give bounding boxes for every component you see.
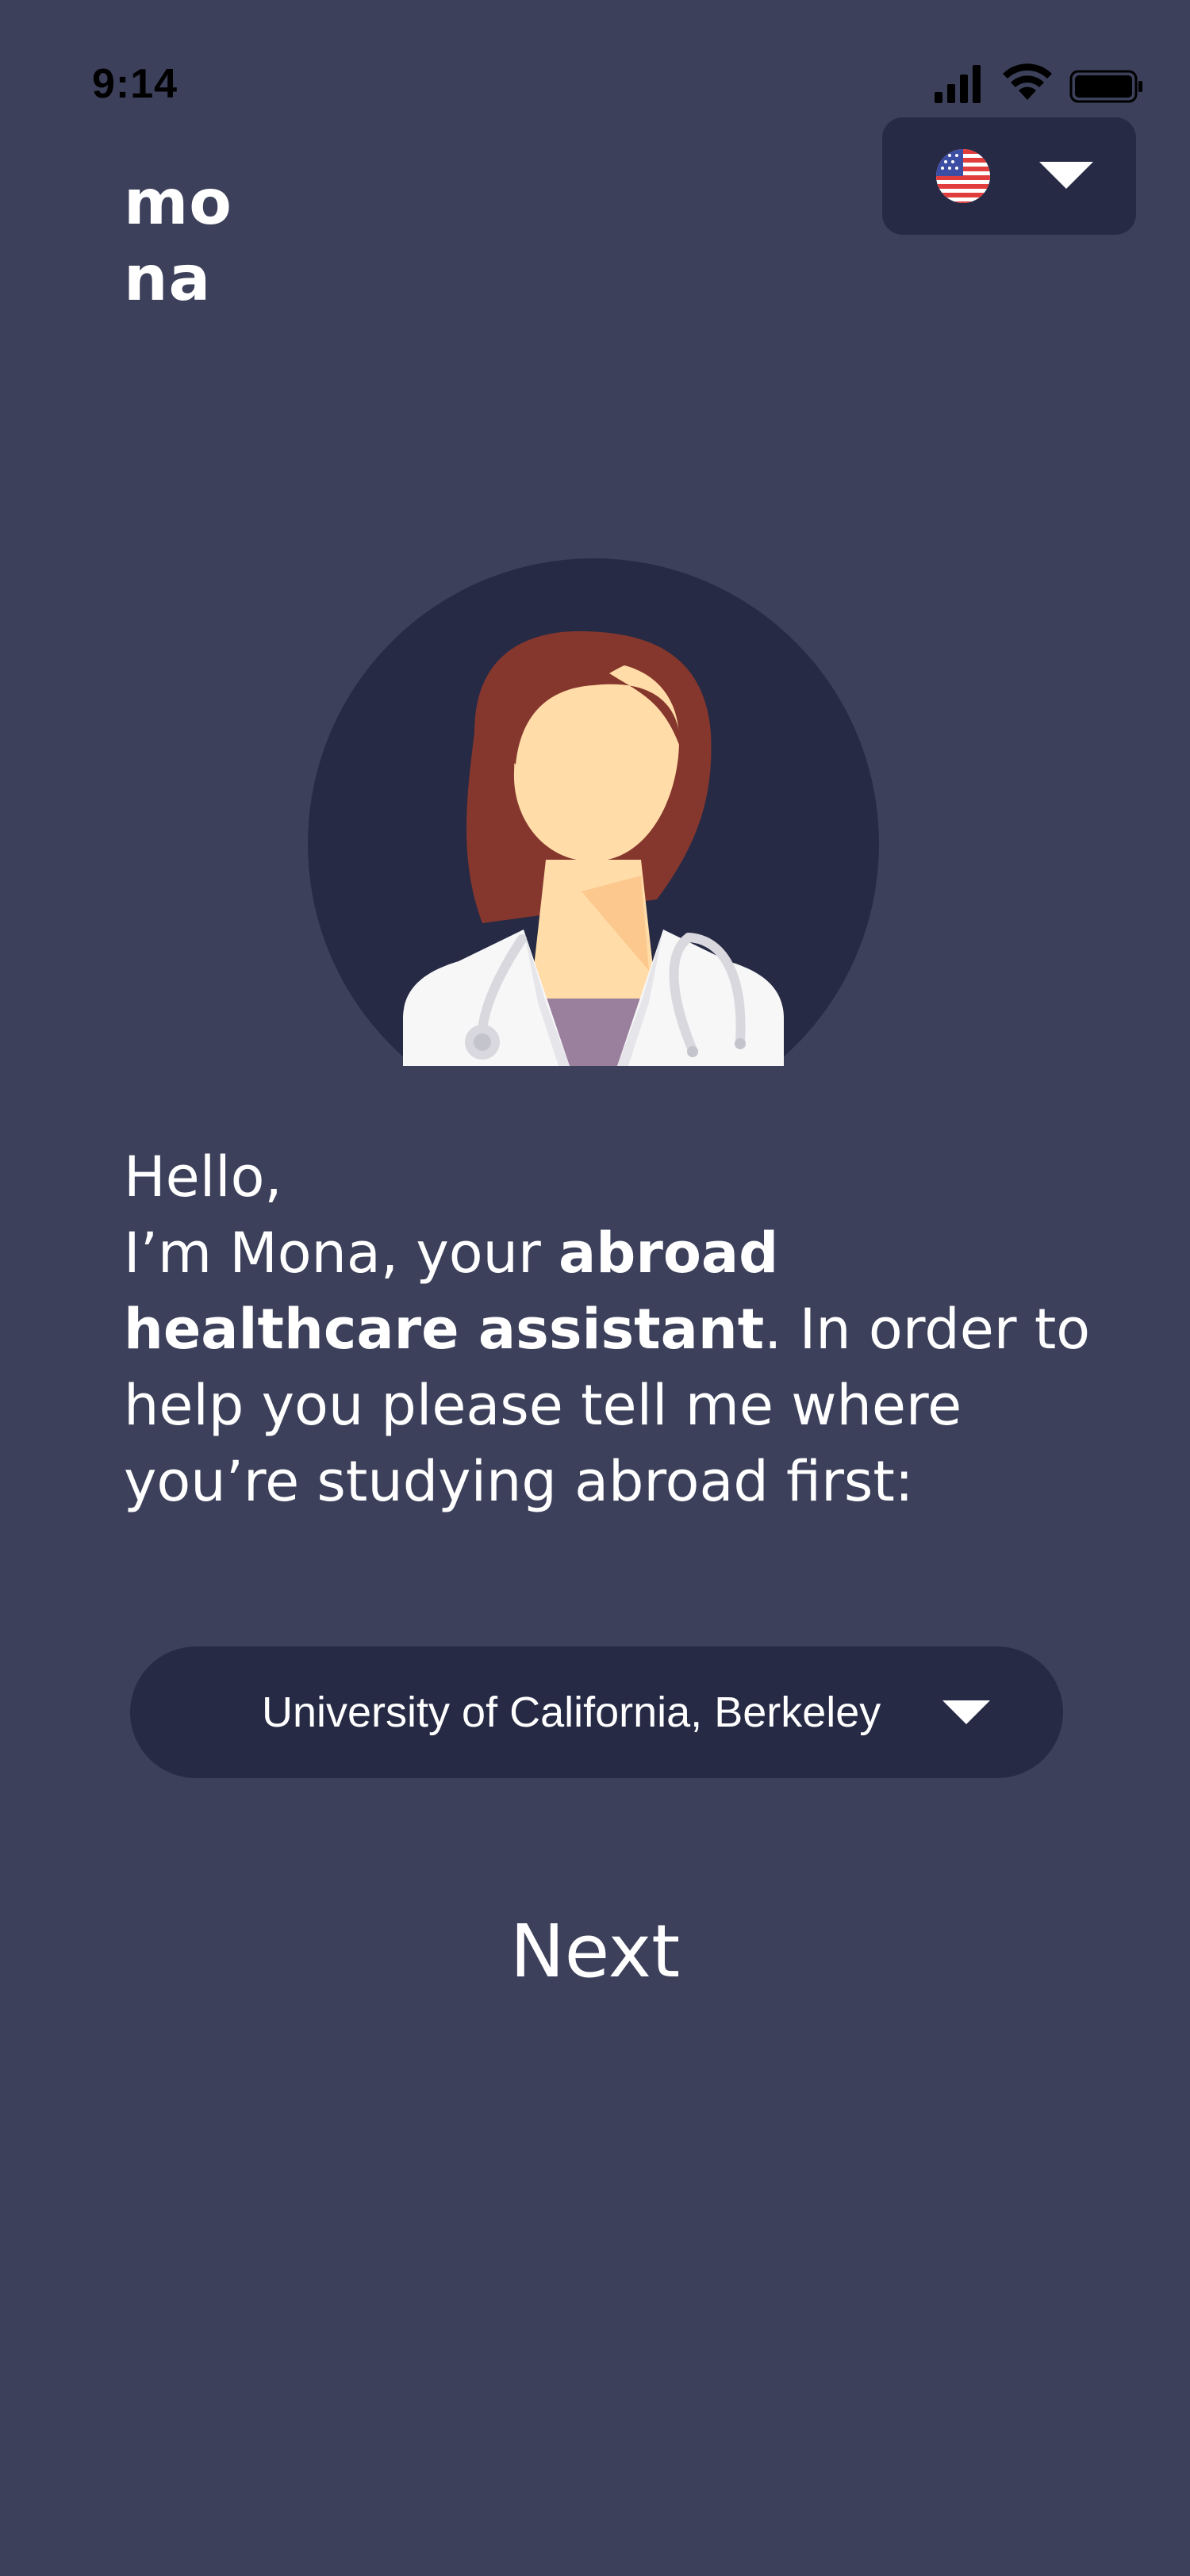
us-flag-icon bbox=[936, 149, 990, 203]
signal-icon bbox=[935, 65, 981, 103]
status-bar: 9:14 bbox=[0, 0, 1190, 119]
intro-text-part-1: I’m Mona, your bbox=[124, 1221, 559, 1286]
intro-text: Hello, I’m Mona, your abroad healthcare … bbox=[124, 1139, 1107, 1520]
doctor-avatar-icon bbox=[308, 558, 879, 1066]
chevron-down-icon bbox=[942, 1700, 990, 1724]
chevron-down-icon bbox=[1039, 162, 1093, 189]
intro-greeting: Hello, bbox=[124, 1144, 282, 1209]
wifi-icon bbox=[1003, 63, 1052, 100]
university-select-value: University of California, Berkeley bbox=[262, 1689, 881, 1736]
logo-line-1: mo bbox=[124, 167, 232, 239]
logo-line-2: na bbox=[124, 243, 212, 315]
battery-icon bbox=[1069, 70, 1142, 103]
app-logo: mo na bbox=[124, 165, 232, 317]
status-time: 9:14 bbox=[92, 61, 178, 107]
university-select[interactable]: University of California, Berkeley bbox=[130, 1646, 1063, 1778]
language-selector[interactable] bbox=[882, 117, 1136, 235]
next-button[interactable]: Next bbox=[436, 1888, 754, 2014]
